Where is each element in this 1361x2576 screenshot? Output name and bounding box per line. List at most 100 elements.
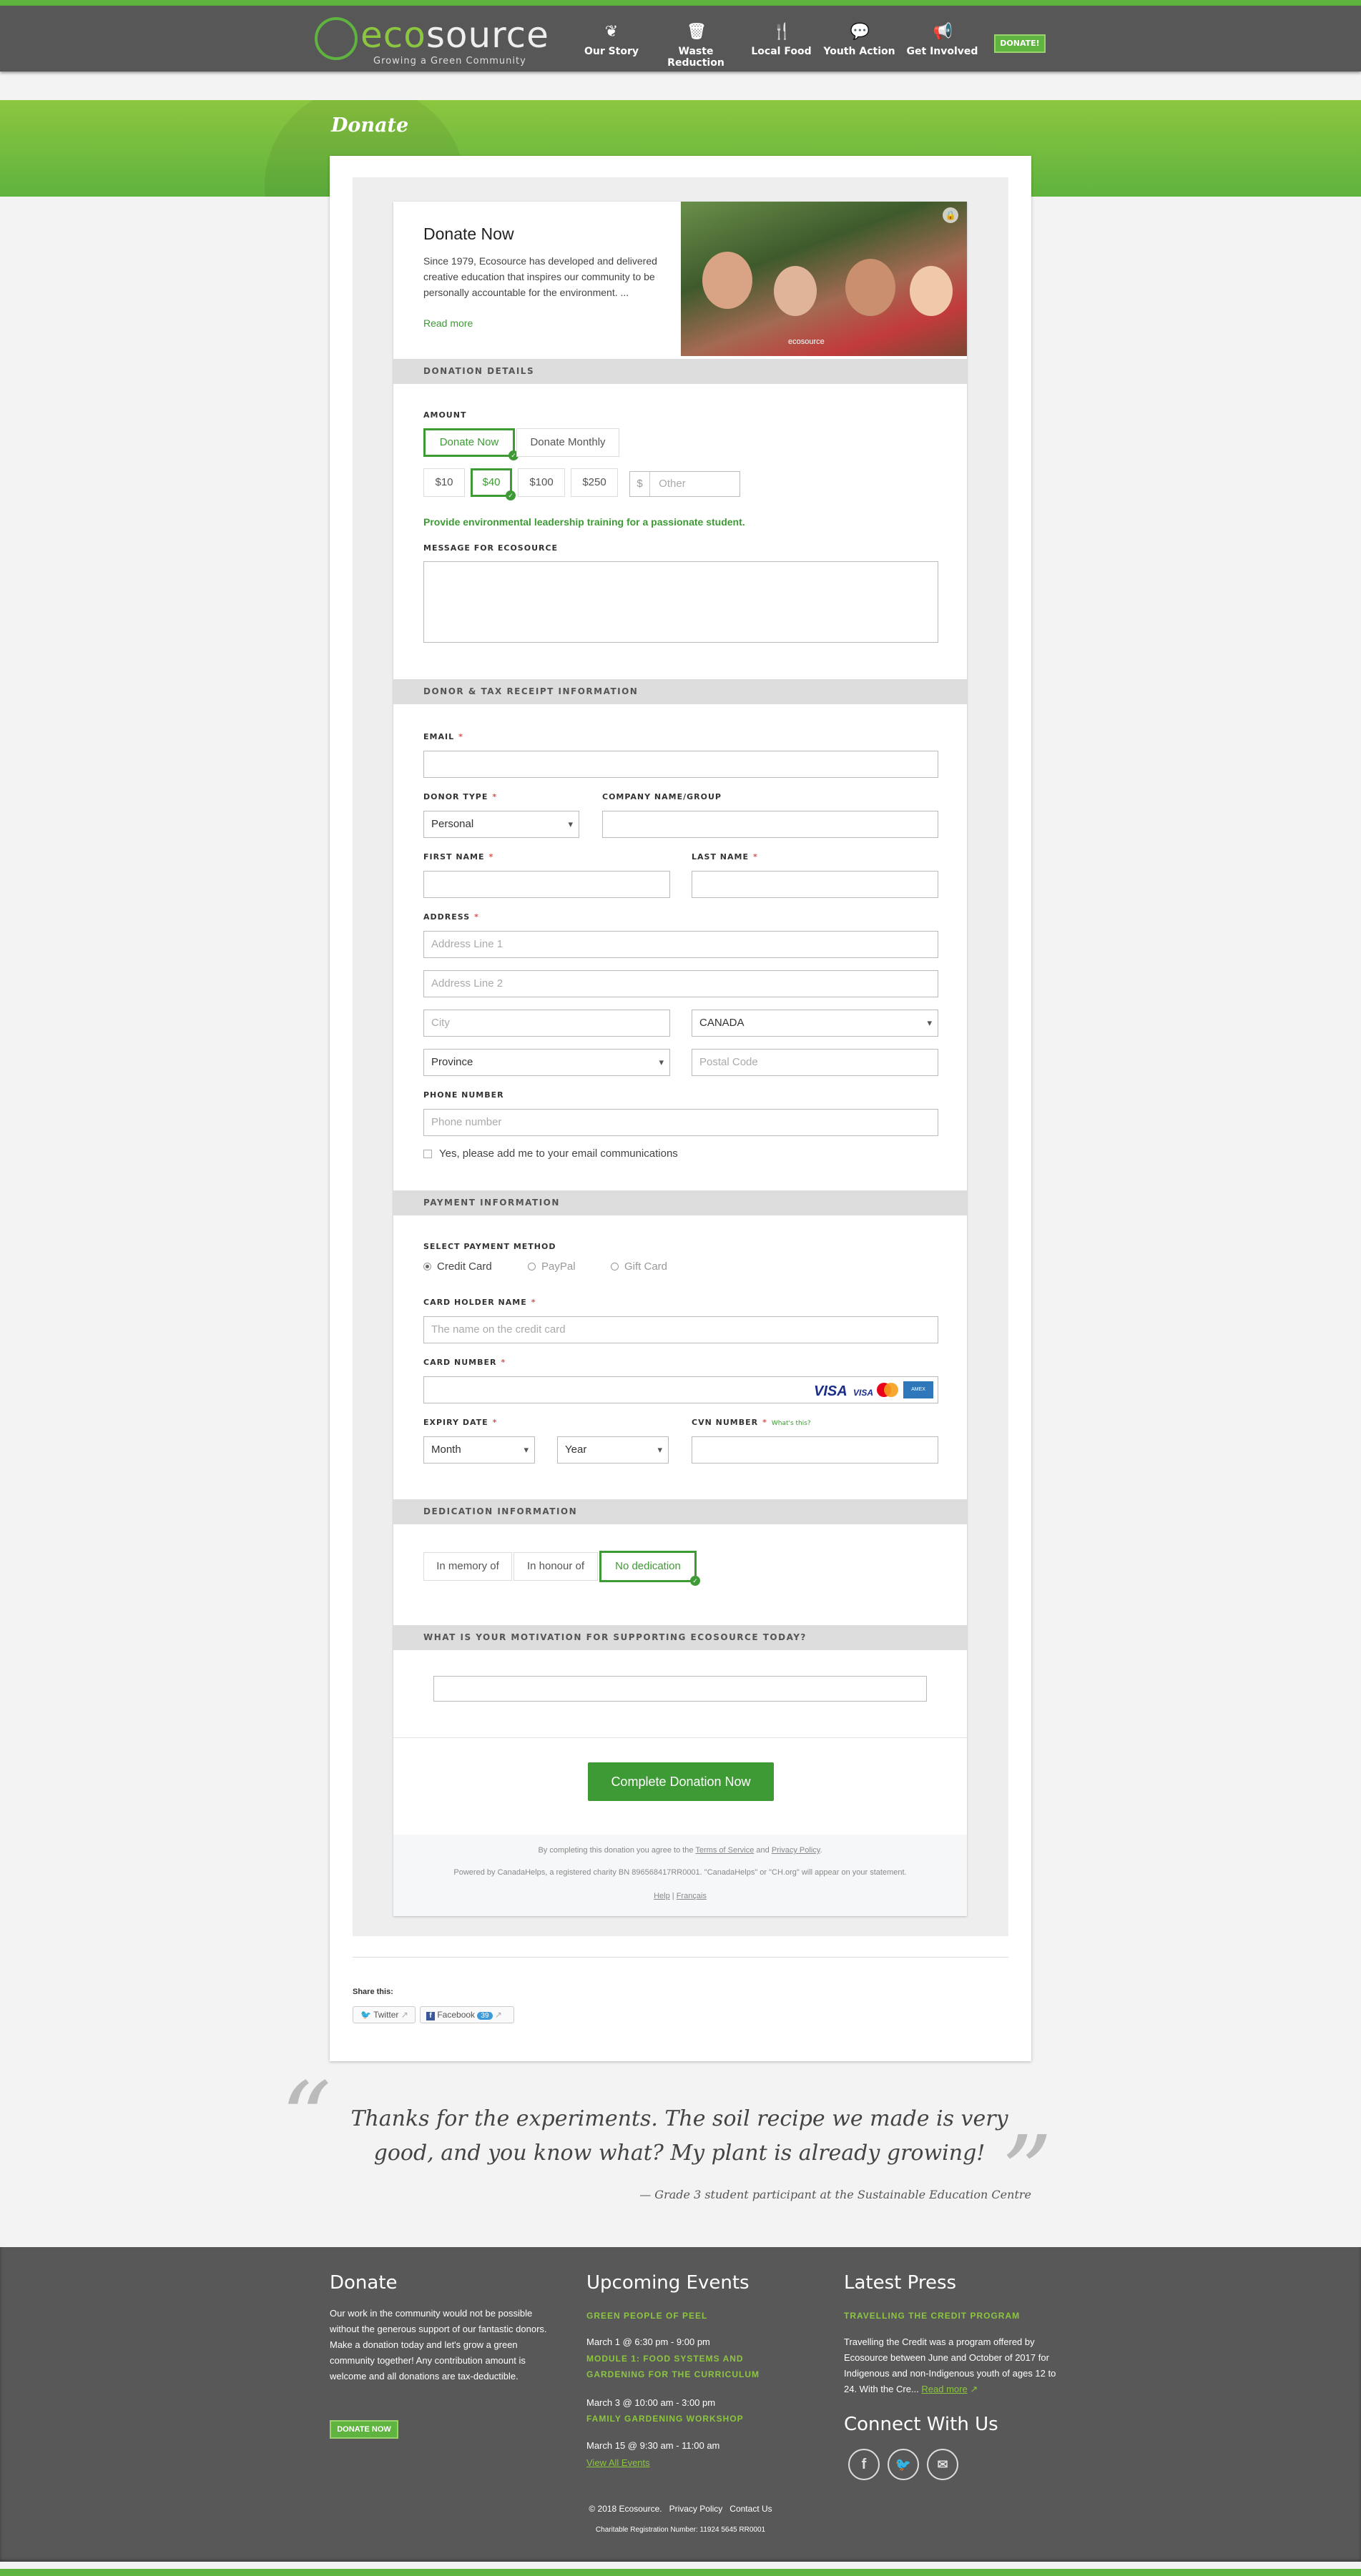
optin-label: Yes, please add me to your email communi… — [439, 1148, 678, 1160]
donor-type-select[interactable]: Personal — [423, 811, 579, 838]
message-textarea[interactable] — [423, 561, 938, 643]
nav-our-story[interactable]: ❦ Our Story — [583, 23, 640, 66]
twitter-icon[interactable]: 🐦 — [888, 2449, 919, 2480]
top-accent-bar — [0, 0, 1361, 6]
cvn-field[interactable] — [692, 1436, 938, 1464]
footer-connect-title: Connect With Us — [844, 2414, 998, 2435]
frequency-donate-now[interactable]: Donate Now — [423, 428, 519, 460]
amount-option-selected[interactable]: $40 — [471, 468, 516, 500]
province-select[interactable]: Province — [423, 1049, 670, 1076]
logo-tagline: Growing a Green Community — [373, 56, 526, 66]
postal-code-field[interactable]: Postal Code — [692, 1049, 938, 1076]
card-number-field[interactable]: VISA VISA AMEX — [423, 1376, 938, 1403]
expiry-month-select[interactable]: Month — [423, 1436, 535, 1464]
terms-link[interactable]: Terms of Service — [695, 1846, 754, 1855]
optin-checkbox[interactable] — [423, 1150, 432, 1158]
twitter-icon: 🐦 — [360, 2010, 371, 2020]
read-more-link[interactable]: Read more — [423, 317, 473, 329]
address-line1-field[interactable]: Address Line 1 — [423, 931, 938, 958]
photo-figure — [774, 266, 817, 316]
other-amount-placeholder: Other — [659, 478, 686, 490]
amex-icon: AMEX — [903, 1381, 933, 1398]
lock-icon: 🔒 — [943, 207, 958, 223]
method-credit-card[interactable]: Credit Card — [423, 1260, 492, 1273]
mastercard-icon — [877, 1383, 898, 1397]
facebook-icon: f — [426, 2012, 435, 2020]
card-holder-field[interactable]: The name on the credit card — [423, 1316, 938, 1343]
nav-youth-action[interactable]: 💬 Youth Action — [821, 23, 898, 66]
frequency-donate-monthly[interactable]: Donate Monthly — [516, 428, 619, 457]
facebook-share-count: 39 — [477, 2012, 493, 2020]
nav-get-involved[interactable]: 📢 Get Involved — [905, 23, 980, 66]
footer-links: © 2018 Ecosource. Privacy Policy Contact… — [0, 2504, 1361, 2514]
divider — [393, 1737, 967, 1738]
speech-icon: 💬 — [850, 23, 870, 41]
email-icon[interactable]: ✉ — [927, 2449, 958, 2480]
phone-label: PHONE NUMBER — [423, 1090, 504, 1100]
nav-label: Youth Action — [823, 46, 895, 57]
site-logo[interactable]: ecosource Growing a Green Community — [315, 14, 549, 68]
section-payment-info: PAYMENT INFORMATION — [393, 1190, 967, 1215]
share-facebook-button[interactable]: f Facebook 39 ↗ — [420, 2006, 514, 2023]
site-header: ecosource Growing a Green Community ❦ Ou… — [0, 6, 1361, 71]
intro-heading: Donate Now — [423, 224, 514, 243]
country-select[interactable]: CANADA — [692, 1010, 938, 1037]
dedication-memory[interactable]: In memory of — [423, 1552, 512, 1581]
first-name-field[interactable] — [423, 871, 670, 898]
motivation-field[interactable] — [433, 1676, 927, 1702]
section-motivation: WHAT IS YOUR MOTIVATION FOR SUPPORTING E… — [393, 1625, 967, 1650]
phone-field[interactable]: Phone number — [423, 1109, 938, 1136]
amount-option[interactable]: $10 — [423, 468, 465, 497]
footer-donate-body: Our work in the community would not be p… — [330, 2308, 547, 2382]
dedication-honour[interactable]: In honour of — [514, 1552, 598, 1581]
radio-icon — [611, 1263, 619, 1270]
event-name[interactable]: FAMILY GARDENING WORKSHOP — [586, 2411, 801, 2427]
amount-option[interactable]: $100 — [518, 468, 565, 497]
complete-donation-button[interactable]: Complete Donation Now — [588, 1762, 774, 1801]
view-all-events-link[interactable]: View All Events — [586, 2455, 650, 2471]
email-field[interactable] — [423, 751, 938, 778]
powered-by-text: Powered by CanadaHelps, a registered cha… — [453, 1868, 907, 1877]
footer-privacy-link[interactable]: Privacy Policy — [669, 2504, 723, 2514]
help-link[interactable]: Help — [654, 1892, 670, 1900]
method-gift-card[interactable]: Gift Card — [611, 1260, 667, 1273]
other-amount-field[interactable]: $ Other — [629, 471, 740, 497]
nav-waste-reduction[interactable]: 🗑 Waste Reduction — [649, 23, 742, 69]
share-twitter-button[interactable]: 🐦 Twitter ↗ — [353, 2006, 416, 2023]
dedication-none[interactable]: No dedication — [599, 1551, 700, 1586]
donor-type-label: DONOR TYPE * — [423, 792, 498, 801]
privacy-link[interactable]: Privacy Policy — [772, 1846, 820, 1855]
press-read-more-link[interactable]: Read more — [921, 2384, 967, 2394]
city-field[interactable]: City — [423, 1010, 670, 1037]
event-name[interactable]: GREEN PEOPLE OF PEEL — [586, 2308, 801, 2324]
logo-wordmark: ecosource — [360, 14, 549, 56]
external-icon: ↗ — [401, 2010, 408, 2020]
method-paypal[interactable]: PayPal — [528, 1260, 576, 1273]
visa-icon: VISA — [814, 1383, 847, 1399]
photo-caption: ecosource — [788, 337, 825, 346]
company-field[interactable] — [602, 811, 938, 838]
event-date: March 1 @ 6:30 pm - 9:00 pm — [586, 2336, 710, 2347]
photo-figure — [702, 252, 752, 309]
impact-message: Provide environmental leadership trainin… — [423, 516, 745, 528]
footer-events-title: Upcoming Events — [586, 2272, 750, 2294]
event-name[interactable]: MODULE 1: FOOD SYSTEMS AND GARDENING FOR… — [586, 2351, 801, 2382]
cvn-help-link[interactable]: What's this? — [772, 1420, 811, 1427]
header-donate-button[interactable]: DONATE! — [994, 34, 1046, 53]
footer-contact-link[interactable]: Contact Us — [729, 2504, 772, 2514]
facebook-icon[interactable]: f — [848, 2449, 880, 2480]
francais-link[interactable]: Français — [677, 1892, 707, 1900]
footer-donate-button[interactable]: DONATE NOW — [330, 2420, 398, 2439]
quote-open-icon: “ — [280, 2061, 332, 2178]
nav-local-food[interactable]: 🍴 Local Food — [751, 23, 812, 66]
press-headline[interactable]: TRAVELLING THE CREDIT PROGRAM — [844, 2308, 1020, 2324]
amount-option[interactable]: $250 — [571, 468, 618, 497]
last-name-field[interactable] — [692, 871, 938, 898]
company-label: COMPANY NAME/GROUP — [602, 792, 722, 801]
expiry-label: EXPIRY DATE * — [423, 1418, 498, 1427]
address-line2-field[interactable]: Address Line 2 — [423, 970, 938, 997]
help-links: Help | Français — [654, 1892, 707, 1900]
expiry-year-select[interactable]: Year — [557, 1436, 669, 1464]
photo-figure — [845, 259, 895, 316]
first-name-label: FIRST NAME * — [423, 852, 494, 862]
